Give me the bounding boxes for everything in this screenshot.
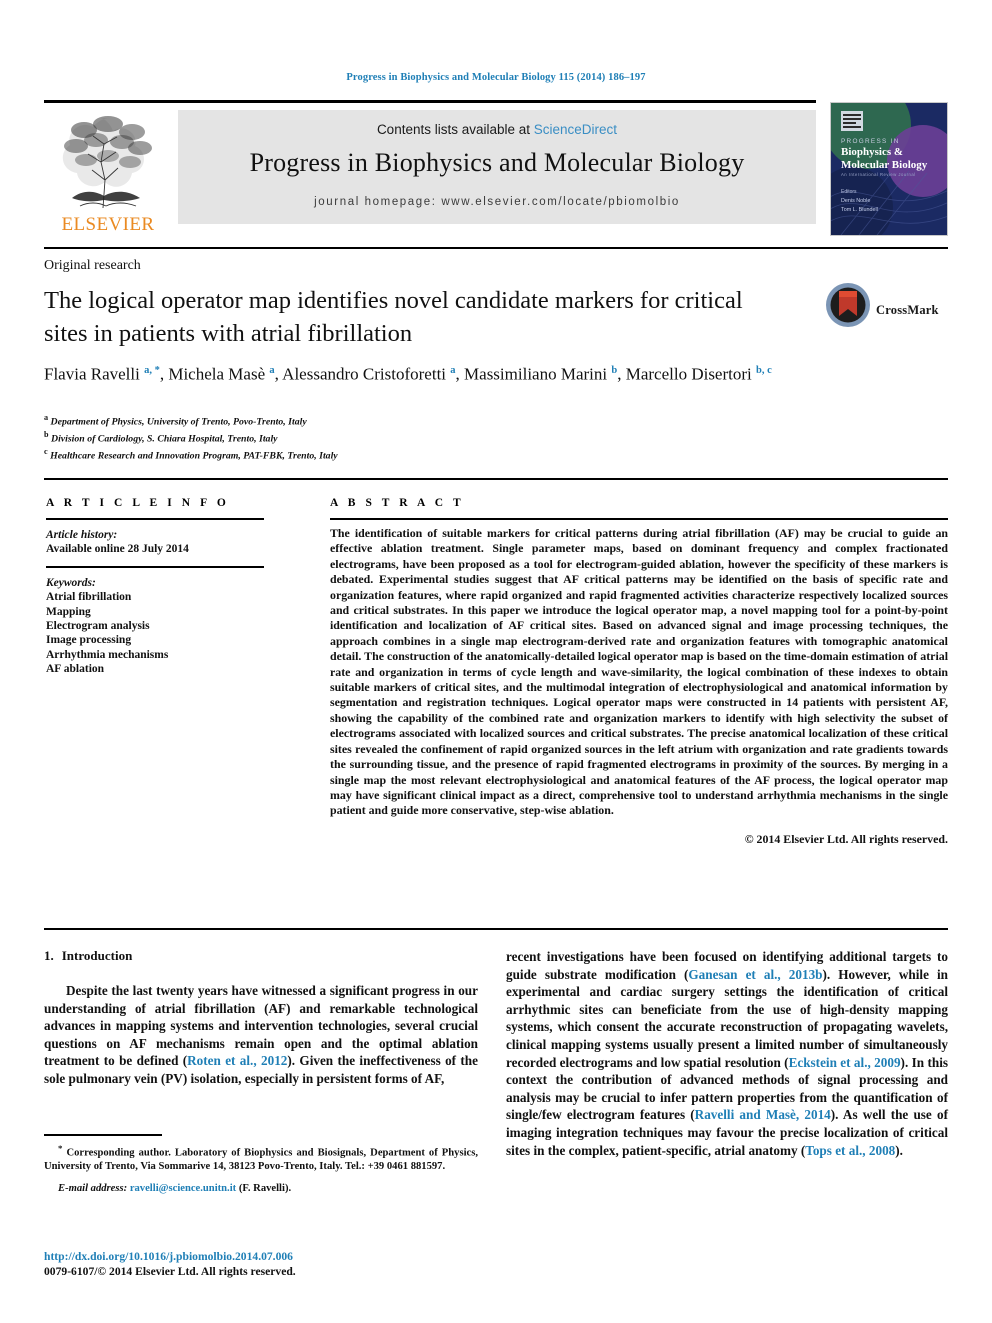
abstract-rule: [330, 518, 948, 520]
crossmark-icon: [826, 283, 870, 327]
footnote-rule: [44, 1134, 162, 1136]
contents-prefix: Contents lists available at: [376, 122, 534, 137]
abstract-section-rule: [44, 478, 948, 480]
keyword-item: Mapping: [46, 605, 91, 618]
article-history-value: Available online 28 July 2014: [46, 543, 189, 556]
journal-title: Progress in Biophysics and Molecular Bio…: [249, 148, 745, 177]
affiliation-item: a Department of Physics, University of T…: [44, 413, 307, 428]
footnote-block: * Corresponding author. Laboratory of Bi…: [44, 1142, 478, 1195]
abstract-column: A B S T R A C T The identification of su…: [330, 497, 948, 847]
abstract-text: The identification of suitable markers f…: [330, 526, 948, 818]
keyword-item: Atrial fibrillation: [46, 591, 132, 604]
svg-text:Tom L. Blundell: Tom L. Blundell: [841, 207, 878, 213]
body-column-left: 1. Introduction Despite the last twenty y…: [44, 948, 478, 1088]
keyword-item: AF ablation: [46, 663, 105, 676]
contents-available-line: Contents lists available at ScienceDirec…: [178, 122, 816, 137]
article-info-heading: A R T I C L E I N F O: [46, 497, 230, 509]
article-type-kicker: Original research: [44, 258, 141, 273]
keyword-item: Arrhythmia mechanisms: [46, 648, 169, 661]
svg-text:PROGRESS IN: PROGRESS IN: [841, 138, 900, 145]
abstract-copyright: © 2014 Elsevier Ltd. All rights reserved…: [744, 831, 948, 846]
affiliation-item: b Division of Cardiology, S. Chiara Hosp…: [44, 429, 278, 445]
doi-block: http://dx.doi.org/10.1016/j.pbiomolbio.2…: [44, 1249, 478, 1279]
keyword-item: Electrogram analysis: [46, 620, 150, 633]
article-history-label: Article history:: [46, 529, 118, 541]
affiliation-list: a Department of Physics, University of T…: [44, 412, 744, 463]
journal-article-page: Progress in Biophysics and Molecular Bio…: [0, 0, 992, 1323]
svg-text:An International Review Journa: An International Review Journal: [841, 172, 916, 177]
issn-copyright-line: 0079-6107/© 2014 Elsevier Ltd. All right…: [44, 1265, 296, 1278]
affiliation-item: c Healthcare Research and Innovation Pro…: [44, 446, 338, 461]
body-column-right: recent investigations have been focused …: [506, 948, 948, 1159]
elsevier-logo: ELSEVIER: [48, 110, 168, 236]
page-title: The logical operator map identifies nove…: [44, 287, 743, 347]
email-note: E-mail address: ravelli@science.unitn.it…: [44, 1182, 478, 1196]
section-heading-introduction: 1. Introduction: [44, 948, 478, 964]
keywords-label: Keywords:: [46, 576, 96, 589]
svg-text:Editors: Editors: [841, 189, 857, 195]
keywords-block: Keywords: Atrial fibrillation Mapping Elec…: [46, 576, 274, 677]
email-owner: (F. Ravelli).: [238, 1182, 292, 1194]
article-history-block: Article history: Available online 28 Jul…: [46, 528, 274, 557]
running-head: Progress in Biophysics and Molecular Bio…: [346, 72, 646, 83]
article-info-rule-1: [46, 518, 264, 520]
article-header-rule: [44, 247, 948, 249]
article-info-rule-2: [46, 565, 264, 568]
elsevier-wordmark: ELSEVIER: [61, 214, 155, 235]
email-label: E-mail address:: [58, 1182, 128, 1194]
masthead-top-rule: [44, 100, 816, 103]
article-info-column: A R T I C L E I N F O Article history: A…: [46, 497, 274, 677]
email-link[interactable]: ravelli@science.unitn.it: [130, 1183, 236, 1194]
corresponding-author-note: * Corresponding author. Laboratory of Bi…: [44, 1143, 478, 1173]
svg-text:Biophysics &: Biophysics &: [841, 146, 903, 158]
journal-masthead: ELSEVIER Contents lists available at Sci…: [44, 100, 948, 240]
doi-link[interactable]: http://dx.doi.org/10.1016/j.pbiomolbio.2…: [44, 1249, 478, 1264]
author-list: Flavia Ravelli a, *, Michela Masè a, Ale…: [44, 364, 772, 384]
section-title: Introduction: [61, 948, 133, 963]
crossmark-label: CrossMark: [876, 303, 939, 317]
abstract-heading: A B S T R A C T: [330, 497, 465, 509]
keywords-list: Atrial fibrillation Mapping Electrogram an…: [46, 590, 274, 676]
journal-cover-thumbnail: PROGRESS IN Biophysics & Molecular Biolo…: [830, 102, 948, 236]
intro-paragraph-right: recent investigations have been focused …: [506, 949, 949, 1158]
keyword-item: Image processing: [46, 634, 132, 647]
masthead-band: Contents lists available at ScienceDirec…: [178, 110, 816, 224]
journal-homepage-line[interactable]: journal homepage: www.elsevier.com/locat…: [178, 196, 816, 208]
svg-text:Molecular Biology: Molecular Biology: [841, 159, 928, 171]
section-number: 1.: [44, 948, 54, 963]
svg-text:Denis Noble: Denis Noble: [841, 198, 870, 204]
crossmark-badge[interactable]: CrossMark: [824, 281, 938, 343]
intro-paragraph-left: Despite the last twenty years have witne…: [44, 983, 478, 1086]
sciencedirect-link[interactable]: ScienceDirect: [534, 122, 617, 137]
abstract-bottom-rule: [44, 928, 948, 930]
